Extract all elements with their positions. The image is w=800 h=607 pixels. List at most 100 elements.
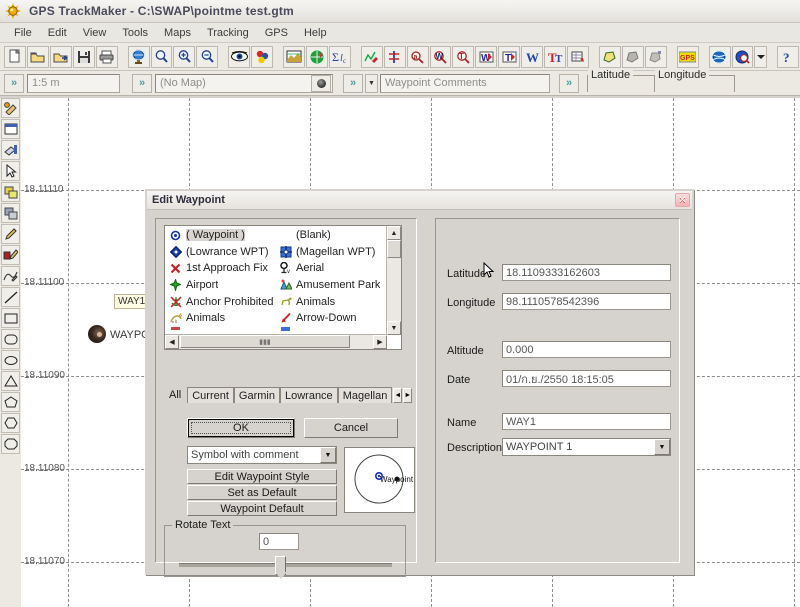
close-icon[interactable]: ✕ — [675, 193, 690, 207]
octagon-tool[interactable] — [1, 434, 20, 454]
pentagon-tool[interactable] — [1, 392, 20, 412]
latitude-field[interactable]: 18.1109333162603 — [502, 264, 671, 281]
color-balls-icon[interactable] — [251, 45, 274, 68]
magnifier-icon[interactable] — [150, 45, 173, 68]
menu-tracking[interactable]: Tracking — [199, 25, 257, 41]
eye-icon[interactable] — [228, 45, 251, 68]
save-as-icon[interactable] — [49, 45, 72, 68]
longitude-field[interactable]: 98.1110578542396 — [502, 293, 671, 310]
tab-prev-icon[interactable]: ◄ — [393, 388, 403, 403]
window-tool[interactable] — [1, 119, 20, 139]
waypoint-name-label[interactable]: WAY1 — [114, 294, 150, 309]
set-as-default-button[interactable]: Set as Default — [187, 485, 337, 500]
polygon-node-icon[interactable] — [644, 45, 667, 68]
chevron-down-icon[interactable]: ▼ — [320, 447, 336, 463]
globe-icon[interactable] — [127, 45, 150, 68]
track-split-icon[interactable] — [383, 45, 406, 68]
symbol-cell-left[interactable]: 1st Approach Fix — [166, 262, 276, 275]
waypoint-comments-field[interactable]: Waypoint Comments — [380, 73, 550, 93]
rotate-text-value-field[interactable]: 0 — [259, 533, 299, 550]
waypoint-marker[interactable] — [88, 325, 106, 343]
map-field[interactable]: (No Map) — [155, 73, 333, 93]
select-paint-tool[interactable] — [1, 98, 20, 118]
waypoint-default-button[interactable]: Waypoint Default — [187, 501, 337, 516]
hexagon-tool[interactable] — [1, 413, 20, 433]
menu-edit[interactable]: Edit — [40, 25, 75, 41]
menu-view[interactable]: View — [75, 25, 115, 41]
w-letter-icon[interactable]: W — [521, 45, 544, 68]
tab-all-label[interactable]: All — [164, 389, 187, 403]
yellow-polygon-icon[interactable] — [598, 45, 621, 68]
menu-maps[interactable]: Maps — [156, 25, 199, 41]
zoom-in-icon[interactable] — [173, 45, 196, 68]
new-file-icon[interactable] — [4, 45, 26, 68]
menu-file[interactable]: File — [6, 25, 40, 41]
hscroll-thumb[interactable]: ▮▮▮ — [180, 335, 350, 348]
track-reduce-icon[interactable]: a — [406, 45, 429, 68]
save-icon[interactable] — [72, 45, 95, 68]
edit-waypoint-style-button[interactable]: Edit Waypoint Style — [187, 469, 337, 484]
curve-tool[interactable] — [1, 266, 20, 286]
symbol-cell-right[interactable]: (Blank) — [276, 229, 386, 242]
ok-button[interactable]: OK — [187, 418, 295, 438]
symbol-cell-right[interactable]: Amusement Park — [276, 279, 386, 292]
rounded-rect-tool[interactable] — [1, 329, 20, 349]
open-file-icon[interactable] — [26, 45, 49, 68]
text-tool-icon[interactable]: T — [498, 45, 521, 68]
menu-gps[interactable]: GPS — [257, 25, 296, 41]
scale-field[interactable]: 1:5 m — [27, 73, 120, 93]
rectangle-tool[interactable] — [1, 308, 20, 328]
list-item[interactable]: Anchor Prohibited Animals — [166, 293, 386, 310]
list-item[interactable]: ( Waypoint ) (Blank) — [166, 227, 386, 244]
scroll-left-icon[interactable]: ◀ — [165, 335, 179, 349]
menu-tools[interactable]: Tools — [114, 25, 156, 41]
symbol-cell-right[interactable]: Arrow-Down — [276, 312, 386, 325]
list-item[interactable]: (Lowrance WPT) (Magellan WPT) — [166, 244, 386, 261]
sigma-icon[interactable]: Σlc — [328, 45, 351, 68]
profile-icon[interactable] — [283, 45, 305, 68]
coords-expand-button[interactable]: » — [559, 73, 579, 93]
realtime-icon[interactable] — [731, 45, 754, 68]
waypoint-red-icon[interactable]: W — [475, 45, 498, 68]
symbol-cell-right[interactable]: v Aerial — [276, 262, 386, 275]
zoom-out-icon[interactable] — [196, 45, 219, 68]
symbol-cell-left[interactable]: ( Waypoint ) — [166, 229, 276, 242]
scroll-up-icon[interactable]: ▲ — [387, 226, 401, 240]
altitude-field[interactable]: 0.000 — [502, 341, 671, 358]
symbol-cell-right[interactable]: Animals — [276, 295, 386, 308]
symbol-cell-left[interactable]: Animals — [166, 312, 276, 325]
symbol-cell-left[interactable]: Anchor Prohibited — [166, 295, 276, 308]
comments-dropdown-icon[interactable]: ▼ — [365, 73, 378, 93]
layers-tool[interactable] — [1, 203, 20, 223]
print-icon[interactable] — [95, 45, 118, 68]
pan-tool[interactable] — [1, 140, 20, 160]
scale-expand-button[interactable]: » — [4, 73, 24, 93]
symbol-list-hscrollbar[interactable]: ◀ ▮▮▮ ▶ — [165, 334, 387, 349]
description-combo[interactable]: WAYPOINT 1 ▼ — [502, 438, 671, 456]
symbol-listbox[interactable]: ( Waypoint ) (Blank) (Lowrance WPT) (Mag… — [164, 225, 402, 350]
list-item[interactable]: Animals Arrow-Down — [166, 310, 386, 327]
map-select-button[interactable] — [311, 74, 331, 92]
pencil-tool[interactable] — [1, 224, 20, 244]
cancel-button[interactable]: Cancel — [304, 418, 398, 438]
symbol-cell-left[interactable]: (Lowrance WPT) — [166, 245, 276, 258]
vscroll-thumb[interactable] — [387, 240, 401, 258]
list-item[interactable]: 1st Approach Fix v Aerial — [166, 260, 386, 277]
chevron-down-icon[interactable]: ▼ — [654, 439, 670, 455]
ellipse-tool[interactable] — [1, 350, 20, 370]
date-field[interactable]: 01/ก.ย./2550 18:15:05 — [502, 370, 671, 387]
route-search-icon[interactable]: T — [452, 45, 475, 68]
map-expand-button[interactable]: » — [132, 73, 152, 93]
duplicate-tool[interactable] — [1, 182, 20, 202]
gps-icon[interactable]: GPS — [676, 45, 699, 68]
name-field[interactable]: WAY1 — [502, 413, 671, 430]
help-icon[interactable]: ? — [777, 45, 800, 68]
realtime-dropdown-icon[interactable] — [754, 45, 768, 68]
gray-polygon-icon[interactable] — [621, 45, 644, 68]
tab-next-icon[interactable]: ► — [403, 388, 413, 403]
blue-globe-icon[interactable] — [708, 45, 731, 68]
symbol-cell-right[interactable]: (Magellan WPT) — [276, 245, 386, 258]
tt-letter-icon[interactable]: TT — [544, 45, 567, 68]
display-mode-combo[interactable]: Symbol with comment ▼ — [187, 446, 337, 464]
track-edit-icon[interactable] — [360, 45, 383, 68]
